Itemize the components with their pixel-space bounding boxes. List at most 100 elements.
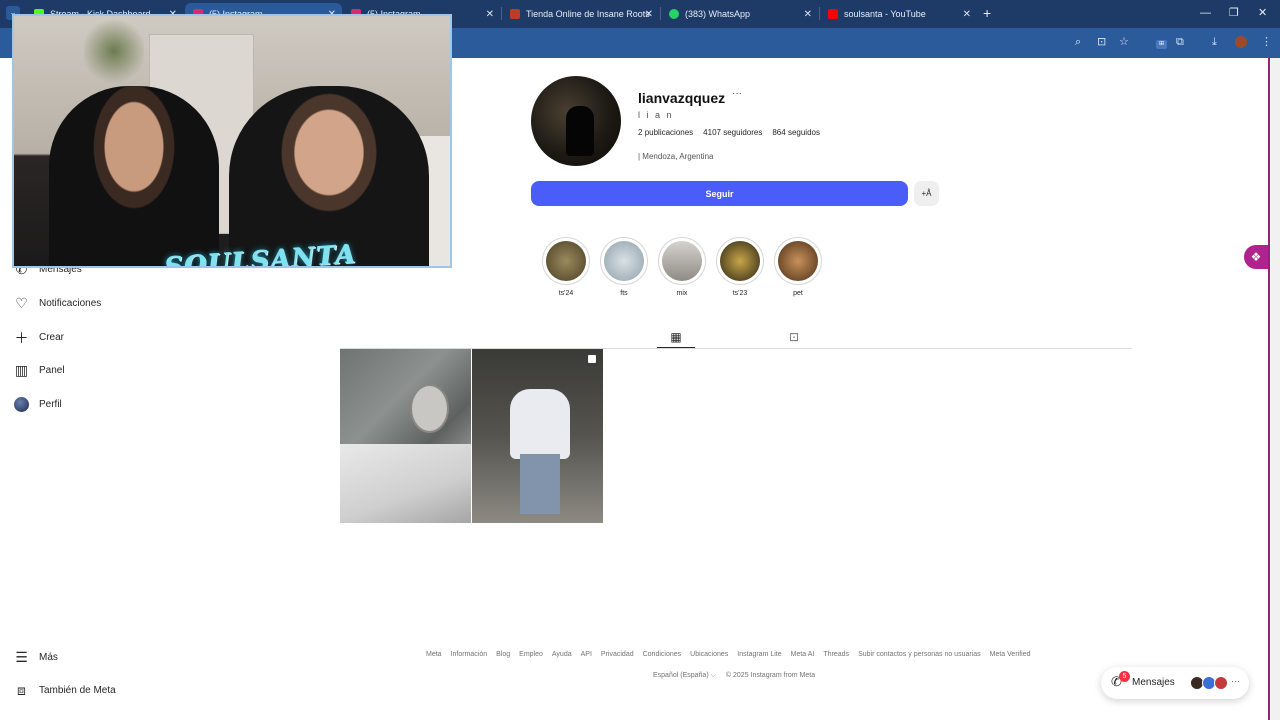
story-highlight[interactable]: mix: [658, 237, 706, 297]
story-highlight[interactable]: ts'24: [542, 237, 590, 297]
extension-sidebar-icon[interactable]: ❖: [1244, 245, 1268, 269]
unread-badge: 5: [1119, 671, 1130, 682]
tagged-icon: ⊡: [788, 330, 800, 344]
sidebar-item-label: Crear: [39, 332, 65, 343]
close-tab-icon[interactable]: ✕: [486, 9, 494, 20]
highlight-label: fts: [620, 290, 628, 297]
download-icon[interactable]: ⤓: [1212, 36, 1217, 48]
profile-bio: | Mendoza, Argentina: [638, 152, 714, 161]
sidebar-item-dashboard[interactable]: ▥ Panel: [14, 362, 65, 378]
tab-tagged[interactable]: ⊡: [775, 326, 813, 348]
highlight-cover: [778, 241, 818, 281]
tab-title: Tienda Online de Insane Roots: [526, 9, 650, 19]
tab-title: soulsanta - YouTube: [844, 9, 926, 19]
highlight-cover: [604, 241, 644, 281]
sidebar-item-label: Panel: [39, 365, 65, 376]
followers-count[interactable]: 4107 seguidores: [703, 128, 762, 137]
meta-apps-icon: ⧈: [17, 682, 26, 698]
footer-link[interactable]: API: [581, 651, 592, 658]
sidebar-item-label: Perfil: [39, 399, 62, 410]
footer-link[interactable]: Información: [451, 651, 488, 658]
sidebar-item-label: También de Meta: [39, 685, 116, 696]
footer-link[interactable]: Threads: [823, 651, 849, 658]
profile-options-icon[interactable]: ···: [732, 88, 742, 99]
profile-stats: 2 publicaciones 4107 seguidores 864 segu…: [638, 128, 820, 137]
browser-tab-whatsapp[interactable]: (383) WhatsApp ✕: [661, 3, 818, 25]
footer-links: Meta Información Blog Empleo Ayuda API P…: [426, 651, 1031, 658]
sidebar-item-more[interactable]: ☰ Más: [14, 649, 58, 665]
carousel-icon: [588, 355, 596, 363]
story-highlight[interactable]: fts: [600, 237, 648, 297]
store-favicon-icon: [510, 9, 520, 19]
browser-tab-youtube[interactable]: soulsanta - YouTube ✕: [820, 3, 977, 25]
suggested-accounts-button[interactable]: +Å: [914, 181, 939, 206]
tab-title: (383) WhatsApp: [685, 9, 751, 19]
sidebar-item-notifications[interactable]: ♡ Notificaciones: [14, 295, 102, 311]
copyright: © 2025 Instagram from Meta: [725, 672, 816, 679]
youtube-favicon-icon: [828, 9, 838, 19]
close-tab-icon[interactable]: ✕: [804, 9, 812, 20]
install-app-icon[interactable]: ⊡: [1097, 36, 1106, 48]
zoom-icon[interactable]: ⌕: [1075, 36, 1081, 48]
footer-link[interactable]: Meta Verified: [990, 651, 1031, 658]
plus-icon: ＋: [14, 329, 29, 346]
messages-label: Mensajes: [1132, 677, 1175, 688]
extension-badge-icon[interactable]: ⊞: [1156, 40, 1167, 49]
sidebar-item-label: Más: [39, 652, 58, 663]
chart-icon: ▥: [14, 362, 29, 378]
scrollbar[interactable]: [1271, 58, 1280, 720]
webcam-overlay: SOULSANTA: [12, 14, 452, 268]
highlight-cover: [720, 241, 760, 281]
hamburger-menu-icon: ☰: [15, 649, 28, 665]
footer-link[interactable]: Ubicaciones: [690, 651, 728, 658]
browser-menu-icon[interactable]: ⋮: [1261, 36, 1272, 48]
language-select[interactable]: Español (España) ⌵: [653, 672, 716, 680]
browser-tab-insane-roots[interactable]: Tienda Online de Insane Roots ✕: [502, 3, 659, 25]
story-highlight[interactable]: pet: [774, 237, 822, 297]
footer-link[interactable]: Blog: [496, 651, 510, 658]
sidebar-item-profile[interactable]: Perfil: [14, 397, 62, 412]
sidebar-item-also-from-meta[interactable]: ⧈ También de Meta: [14, 682, 116, 698]
footer-bottom: Español (España) ⌵ © 2025 Instagram from…: [653, 672, 815, 680]
post-thumbnail[interactable]: [340, 349, 471, 523]
footer-link[interactable]: Ayuda: [552, 651, 572, 658]
tab-posts-grid[interactable]: ▦: [657, 326, 695, 348]
profile-avatar-icon[interactable]: [1235, 36, 1247, 48]
highlight-label: ts'24: [558, 290, 574, 297]
sidebar-item-create[interactable]: ＋ Crear: [14, 329, 65, 346]
messages-pill[interactable]: ✆ 5 Mensajes ···: [1101, 667, 1249, 699]
close-tab-icon[interactable]: ✕: [963, 9, 971, 20]
footer-link[interactable]: Privacidad: [601, 651, 634, 658]
avatar: [1214, 676, 1228, 690]
screen-border: [1268, 58, 1270, 720]
post-thumbnail[interactable]: [472, 349, 603, 523]
minimize-icon[interactable]: —: [1200, 7, 1211, 19]
following-count[interactable]: 864 seguidos: [772, 128, 820, 137]
footer-link[interactable]: Meta: [426, 651, 442, 658]
bookmark-star-icon[interactable]: ☆: [1119, 36, 1129, 48]
webcam-plant: [84, 16, 144, 86]
profile-full-name: l i a n: [638, 110, 674, 120]
sidebar-item-label: Notificaciones: [39, 298, 102, 309]
story-highlight[interactable]: ts'23: [716, 237, 764, 297]
grid-icon: ▦: [670, 329, 682, 344]
close-tab-icon[interactable]: ✕: [645, 9, 653, 20]
footer-link[interactable]: Subir contactos y personas no usuarias: [858, 651, 981, 658]
footer-link[interactable]: Condiciones: [643, 651, 682, 658]
new-tab-button[interactable]: +: [983, 6, 991, 20]
highlight-label: pet: [793, 290, 803, 297]
streamer-left: [49, 86, 219, 266]
highlight-cover: [546, 241, 586, 281]
follow-button[interactable]: Seguir: [531, 181, 908, 206]
posts-count: 2 publicaciones: [638, 128, 694, 137]
close-window-icon[interactable]: ✕: [1258, 7, 1267, 19]
profile-picture[interactable]: [531, 76, 621, 166]
highlight-label: mix: [676, 290, 688, 297]
footer-link[interactable]: Meta AI: [791, 651, 815, 658]
footer-link[interactable]: Empleo: [519, 651, 543, 658]
restore-icon[interactable]: ❐: [1229, 7, 1239, 19]
heart-icon: ♡: [15, 295, 28, 311]
extensions-puzzle-icon[interactable]: ⧉: [1176, 36, 1184, 48]
footer-link[interactable]: Instagram Lite: [737, 651, 781, 658]
whatsapp-favicon-icon: [669, 9, 679, 19]
